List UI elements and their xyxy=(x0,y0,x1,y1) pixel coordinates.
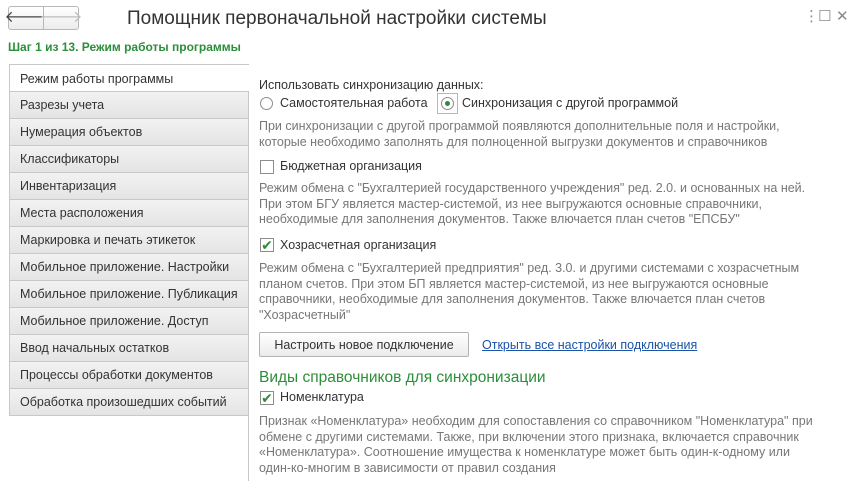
maximize-icon[interactable]: ☐ xyxy=(818,9,831,24)
tab-label: Нумерация объектов xyxy=(20,125,143,139)
hint-line: При этом БГУ является мастер-системой, и… xyxy=(259,196,762,211)
hint-line: один-ко-многим в зависимости от правил с… xyxy=(259,460,556,475)
radio-standalone-label[interactable]: Самостоятельная работа xyxy=(280,96,428,110)
radio-sync-label[interactable]: Синхронизация с другой программой xyxy=(462,96,678,110)
sync-hint: При синхронизации с другой программой по… xyxy=(259,119,839,150)
sidebar: Режим работы программы Разрезы учета Нум… xyxy=(9,64,249,416)
nomenclature-hint: Признак «Номенклатура» необходим для соп… xyxy=(259,414,839,476)
radio-standalone[interactable] xyxy=(260,97,273,110)
hint-line: обмене с другими системами. Также, при в… xyxy=(259,429,799,444)
tab-accounting-sections[interactable]: Разрезы учета xyxy=(9,92,249,119)
tab-event-processing[interactable]: Обработка произошедших событий xyxy=(9,389,249,416)
tab-object-numbering[interactable]: Нумерация объектов xyxy=(9,119,249,146)
arrow-right-icon: 🡒 xyxy=(39,9,83,26)
tab-document-processes[interactable]: Процессы обработки документов xyxy=(9,362,249,389)
checkmark-icon: ✔ xyxy=(261,237,273,253)
tab-opening-balances[interactable]: Ввод начальных остатков xyxy=(9,335,249,362)
hint-line: Признак «Номенклатура» необходим для соп… xyxy=(259,414,813,428)
close-icon[interactable]: ✕ xyxy=(836,9,849,24)
hint-line: которые необходимо заполнять для полноце… xyxy=(259,134,768,149)
tab-classifiers[interactable]: Классификаторы xyxy=(9,146,249,173)
tab-label: Разрезы учета xyxy=(20,98,105,112)
window-title: Помощник первоначальной настройки систем… xyxy=(127,8,547,29)
checkmark-icon: ✔ xyxy=(261,390,273,406)
tab-label: Процессы обработки документов xyxy=(20,368,213,382)
tab-label: Классификаторы xyxy=(20,152,120,166)
tab-label: Мобильное приложение. Доступ xyxy=(20,314,209,328)
step-indicator: Шаг 1 из 13. Режим работы программы xyxy=(8,40,241,54)
budget-label[interactable]: Бюджетная организация xyxy=(280,159,422,173)
tab-mobile-settings[interactable]: Мобильное приложение. Настройки xyxy=(9,254,249,281)
hint-line: "Хозрасчетный" xyxy=(259,307,351,322)
tab-label: Обработка произошедших событий xyxy=(20,395,227,409)
selfsupporting-label[interactable]: Хозрасчетная организация xyxy=(280,238,436,252)
hint-line: справочники, необходимые для заполнения … xyxy=(259,292,766,306)
nomenclature-checkbox[interactable]: ✔ xyxy=(260,391,274,405)
tab-label: Инвентаризация xyxy=(20,179,117,193)
tab-label: Мобильное приложение. Публикация xyxy=(20,287,238,301)
hint-line: «Номенклатура». Соотношение имущества к … xyxy=(259,445,790,459)
tab-mobile-publication[interactable]: Мобильное приложение. Публикация xyxy=(9,281,249,308)
selfsupporting-checkbox[interactable]: ✔ xyxy=(260,238,274,252)
tab-locations[interactable]: Места расположения xyxy=(9,200,249,227)
new-connection-button[interactable]: Настроить новое подключение xyxy=(259,332,469,357)
sync-caption: Использовать синхронизацию данных: xyxy=(259,78,484,92)
tab-mobile-access[interactable]: Мобильное приложение. Доступ xyxy=(9,308,249,335)
hint-line: Режим обмена с "Бухгалтерией предприятия… xyxy=(259,261,800,275)
tab-program-mode[interactable]: Режим работы программы xyxy=(9,64,249,92)
tab-label: Режим работы программы xyxy=(20,72,174,86)
more-menu-icon[interactable]: ⋮ xyxy=(804,9,819,24)
budget-hint: Режим обмена с "Бухгалтерией государстве… xyxy=(259,181,839,228)
forward-button[interactable]: 🡒 xyxy=(40,6,82,30)
nomenclature-label[interactable]: Номенклатура xyxy=(280,390,364,404)
open-connection-settings-link[interactable]: Открыть все настройки подключения xyxy=(482,338,697,352)
hint-line: планом счетов. При этом БП является маст… xyxy=(259,276,769,291)
tab-label: Места расположения xyxy=(20,206,144,220)
tab-label: Ввод начальных остатков xyxy=(20,341,170,355)
tab-labeling[interactable]: Маркировка и печать этикеток xyxy=(9,227,249,254)
budget-checkbox[interactable] xyxy=(260,160,274,174)
tab-label: Мобильное приложение. Настройки xyxy=(20,260,230,274)
tab-label: Маркировка и печать этикеток xyxy=(20,233,196,247)
hint-line: необходимые для заполнения документов. Т… xyxy=(259,212,740,226)
selfsupporting-hint: Режим обмена с "Бухгалтерией предприятия… xyxy=(259,261,839,323)
hint-line: Режим обмена с "Бухгалтерией государстве… xyxy=(259,181,806,195)
sidebar-divider xyxy=(248,92,249,481)
radio-sync[interactable] xyxy=(441,97,454,110)
hint-line: При синхронизации с другой программой по… xyxy=(259,119,780,133)
tab-inventory[interactable]: Инвентаризация xyxy=(9,173,249,200)
catalogs-section-title: Виды справочников для синхронизации xyxy=(259,369,546,386)
